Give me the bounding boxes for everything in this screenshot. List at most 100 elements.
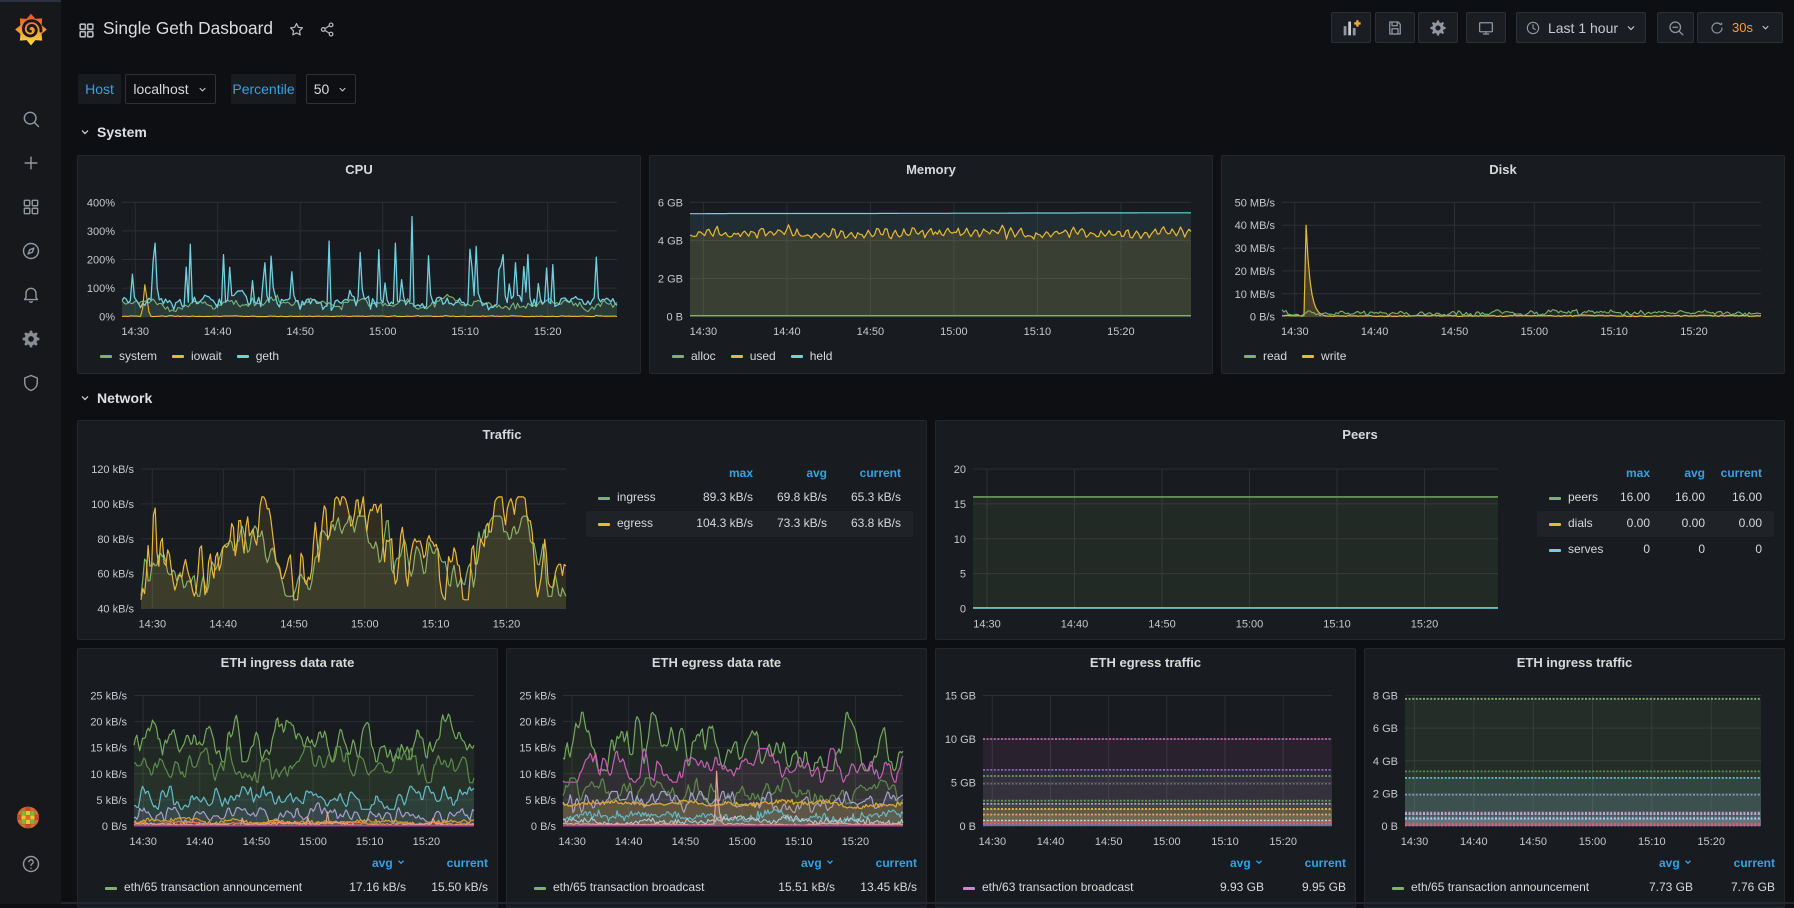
svg-text:50 MB/s: 50 MB/s	[1235, 197, 1276, 209]
svg-text:2 GB: 2 GB	[1373, 788, 1398, 800]
svg-text:15:10: 15:10	[356, 836, 384, 848]
svg-text:15:10: 15:10	[1323, 619, 1351, 631]
svg-text:15:20: 15:20	[493, 619, 521, 631]
svg-text:15 kB/s: 15 kB/s	[90, 743, 127, 755]
svg-text:15:10: 15:10	[785, 836, 813, 848]
svg-text:300%: 300%	[87, 226, 115, 238]
svg-text:25 kB/s: 25 kB/s	[90, 691, 127, 703]
svg-text:15:00: 15:00	[351, 619, 379, 631]
svg-text:15:00: 15:00	[1579, 836, 1607, 848]
svg-text:0 B: 0 B	[666, 312, 683, 324]
svg-text:10 kB/s: 10 kB/s	[90, 769, 127, 781]
svg-text:15:00: 15:00	[299, 836, 327, 848]
svg-text:100 kB/s: 100 kB/s	[91, 499, 134, 511]
svg-text:15:00: 15:00	[1153, 836, 1181, 848]
svg-text:15:20: 15:20	[1107, 326, 1135, 338]
svg-text:15:00: 15:00	[1521, 326, 1549, 338]
svg-text:15 kB/s: 15 kB/s	[519, 743, 556, 755]
svg-text:15:10: 15:10	[1600, 326, 1628, 338]
svg-text:6 GB: 6 GB	[658, 197, 683, 209]
svg-text:20 MB/s: 20 MB/s	[1235, 266, 1276, 278]
svg-text:5 kB/s: 5 kB/s	[96, 795, 127, 807]
svg-text:20: 20	[954, 464, 966, 476]
svg-text:10 MB/s: 10 MB/s	[1235, 289, 1276, 301]
svg-text:14:30: 14:30	[979, 836, 1007, 848]
svg-text:10 GB: 10 GB	[945, 734, 976, 746]
svg-text:20 kB/s: 20 kB/s	[90, 717, 127, 729]
svg-text:20 kB/s: 20 kB/s	[519, 717, 556, 729]
svg-text:15:10: 15:10	[1638, 836, 1666, 848]
svg-text:0: 0	[960, 604, 966, 616]
svg-text:14:50: 14:50	[1148, 619, 1176, 631]
svg-text:15:10: 15:10	[1024, 326, 1052, 338]
svg-text:40 kB/s: 40 kB/s	[97, 604, 134, 616]
svg-text:0%: 0%	[99, 312, 115, 324]
svg-text:5 kB/s: 5 kB/s	[525, 795, 556, 807]
svg-text:15:20: 15:20	[1411, 619, 1439, 631]
svg-text:14:40: 14:40	[773, 326, 801, 338]
svg-text:6 GB: 6 GB	[1373, 723, 1398, 735]
svg-text:10: 10	[954, 534, 966, 546]
svg-text:14:50: 14:50	[1519, 836, 1547, 848]
svg-text:4 GB: 4 GB	[658, 235, 683, 247]
svg-text:14:40: 14:40	[209, 619, 237, 631]
svg-text:80 kB/s: 80 kB/s	[97, 534, 134, 546]
svg-text:15:20: 15:20	[413, 836, 441, 848]
svg-text:14:40: 14:40	[1061, 619, 1089, 631]
svg-text:0 B: 0 B	[1381, 821, 1398, 833]
svg-text:60 kB/s: 60 kB/s	[97, 569, 134, 581]
svg-text:14:50: 14:50	[280, 619, 308, 631]
svg-text:14:30: 14:30	[129, 836, 157, 848]
svg-text:4 GB: 4 GB	[1373, 756, 1398, 768]
svg-text:14:40: 14:40	[1460, 836, 1488, 848]
svg-text:15:00: 15:00	[369, 326, 397, 338]
svg-text:30 MB/s: 30 MB/s	[1235, 243, 1276, 255]
svg-text:15:10: 15:10	[451, 326, 479, 338]
svg-text:14:50: 14:50	[243, 836, 271, 848]
svg-text:120 kB/s: 120 kB/s	[91, 464, 134, 476]
svg-text:5: 5	[960, 569, 966, 581]
svg-text:14:40: 14:40	[204, 326, 232, 338]
svg-text:15:20: 15:20	[1680, 326, 1708, 338]
svg-text:200%: 200%	[87, 255, 115, 267]
svg-text:14:30: 14:30	[1401, 836, 1429, 848]
svg-text:14:30: 14:30	[121, 326, 149, 338]
svg-text:14:50: 14:50	[857, 326, 885, 338]
svg-text:14:50: 14:50	[286, 326, 314, 338]
svg-text:100%: 100%	[87, 283, 115, 295]
svg-text:0 B: 0 B	[959, 821, 976, 833]
svg-text:15:00: 15:00	[1236, 619, 1264, 631]
svg-text:14:30: 14:30	[139, 619, 167, 631]
svg-text:40 MB/s: 40 MB/s	[1235, 220, 1276, 232]
svg-text:14:40: 14:40	[186, 836, 214, 848]
svg-text:14:50: 14:50	[672, 836, 700, 848]
svg-text:15:10: 15:10	[422, 619, 450, 631]
svg-text:400%: 400%	[87, 197, 115, 209]
svg-text:14:50: 14:50	[1441, 326, 1469, 338]
svg-text:14:50: 14:50	[1095, 836, 1123, 848]
svg-text:14:40: 14:40	[615, 836, 643, 848]
svg-text:15:20: 15:20	[1269, 836, 1297, 848]
svg-text:10 kB/s: 10 kB/s	[519, 769, 556, 781]
svg-text:2 GB: 2 GB	[658, 274, 683, 286]
svg-text:14:40: 14:40	[1037, 836, 1065, 848]
svg-text:15: 15	[954, 499, 966, 511]
svg-text:15:10: 15:10	[1211, 836, 1239, 848]
svg-text:0 B/s: 0 B/s	[531, 821, 557, 833]
svg-text:14:30: 14:30	[973, 619, 1001, 631]
svg-text:15:00: 15:00	[940, 326, 968, 338]
svg-text:0 B/s: 0 B/s	[1250, 312, 1276, 324]
svg-text:14:30: 14:30	[690, 326, 718, 338]
svg-text:15:20: 15:20	[842, 836, 870, 848]
svg-text:14:30: 14:30	[558, 836, 586, 848]
svg-text:8 GB: 8 GB	[1373, 691, 1398, 703]
svg-text:5 GB: 5 GB	[951, 778, 976, 790]
svg-text:15:20: 15:20	[1697, 836, 1725, 848]
svg-text:15:00: 15:00	[728, 836, 756, 848]
svg-text:14:40: 14:40	[1361, 326, 1389, 338]
svg-text:25 kB/s: 25 kB/s	[519, 691, 556, 703]
svg-text:15:20: 15:20	[534, 326, 562, 338]
svg-text:15 GB: 15 GB	[945, 691, 976, 703]
svg-text:0 B/s: 0 B/s	[102, 821, 128, 833]
svg-text:14:30: 14:30	[1281, 326, 1309, 338]
